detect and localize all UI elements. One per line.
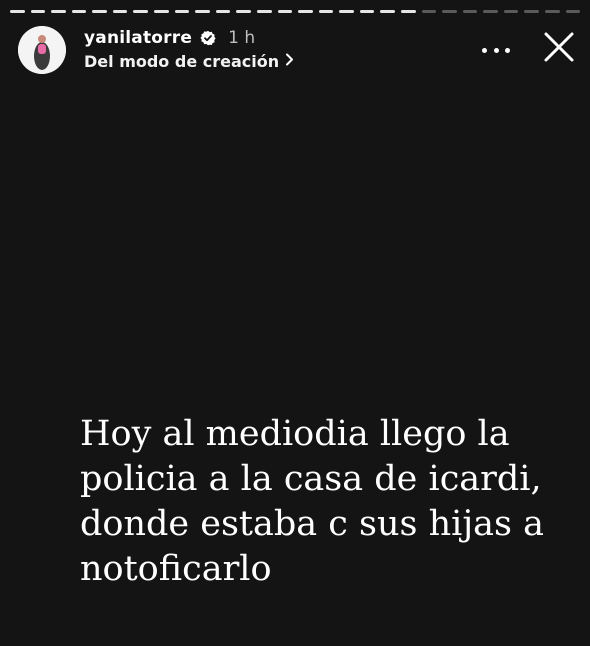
story-text: Hoy al mediodia llego la policia a la ca… xyxy=(80,414,544,589)
more-dot xyxy=(505,47,510,53)
creation-mode-label: Del modo de creación xyxy=(84,52,280,71)
more-options-icon[interactable] xyxy=(482,40,510,60)
creation-mode-link[interactable]: Del modo de creación xyxy=(84,52,294,71)
story-progress-bar xyxy=(10,10,581,13)
progress-segment xyxy=(318,10,334,13)
username[interactable]: yanilatorre xyxy=(84,28,192,48)
progress-segment xyxy=(524,10,540,13)
progress-segment xyxy=(215,10,231,13)
chevron-right-icon xyxy=(285,51,294,70)
progress-segment xyxy=(565,10,581,13)
progress-segment xyxy=(462,10,478,13)
progress-segment xyxy=(236,10,251,13)
progress-segment xyxy=(256,10,272,13)
progress-segment xyxy=(174,10,190,13)
progress-segment xyxy=(92,10,107,13)
progress-segment xyxy=(380,10,395,13)
progress-segment xyxy=(442,10,457,13)
story-header: yanilatorre 1 h Del modo de creación xyxy=(18,26,576,78)
progress-segment xyxy=(71,10,87,13)
progress-segment xyxy=(277,10,293,13)
verified-badge-icon xyxy=(200,30,216,46)
progress-segment xyxy=(400,10,416,13)
more-dot xyxy=(482,47,487,53)
progress-segment xyxy=(339,10,354,13)
progress-segment xyxy=(51,10,66,13)
progress-segment xyxy=(30,10,46,13)
avatar-image xyxy=(18,26,66,74)
more-dot xyxy=(493,47,499,53)
post-time: 1 h xyxy=(228,28,256,48)
progress-segment xyxy=(195,10,210,13)
progress-segment xyxy=(10,10,25,13)
progress-segment xyxy=(483,10,498,13)
progress-segment xyxy=(133,10,149,13)
progress-segment xyxy=(298,10,313,13)
progress-segment xyxy=(359,10,375,13)
progress-segment xyxy=(421,10,437,13)
progress-segment xyxy=(503,10,519,13)
progress-segment xyxy=(154,10,169,13)
progress-segment xyxy=(112,10,128,13)
progress-segment xyxy=(545,10,560,13)
close-icon[interactable] xyxy=(542,30,576,64)
avatar[interactable] xyxy=(18,26,66,74)
